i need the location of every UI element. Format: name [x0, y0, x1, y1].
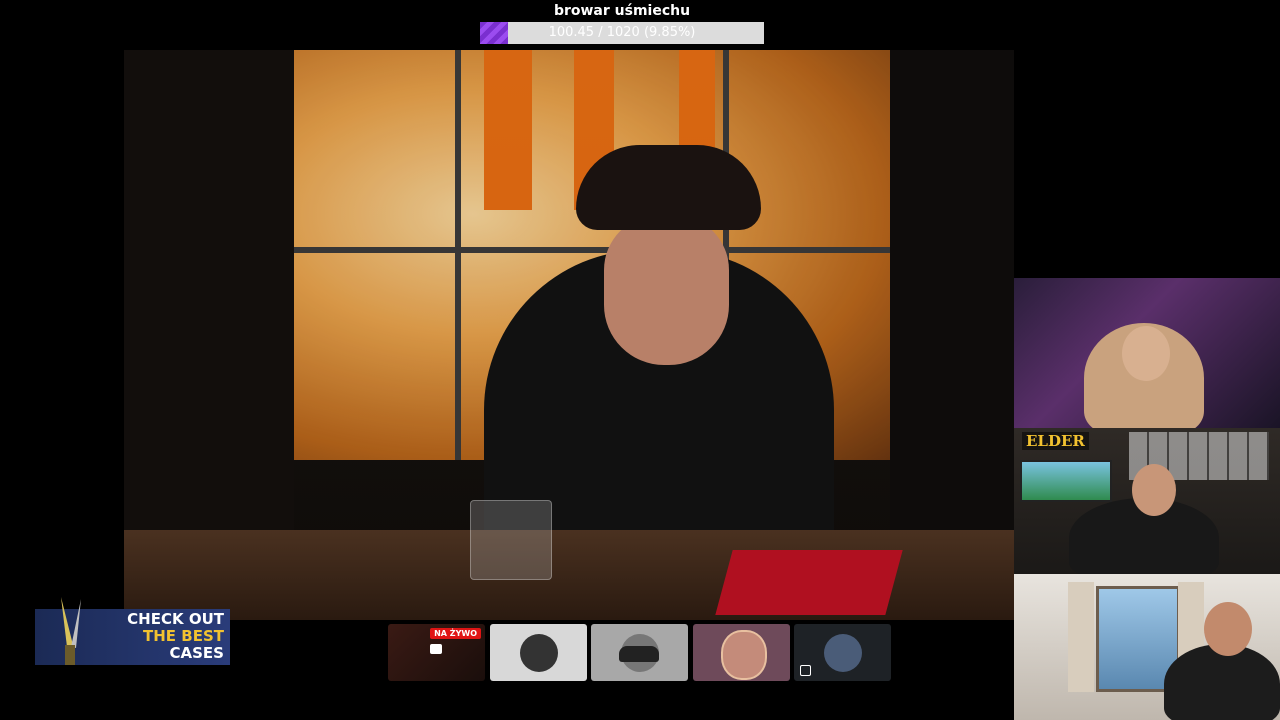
clip-icon	[800, 665, 811, 676]
elder-logo: ELDER	[1022, 432, 1089, 450]
streamer-1-head	[1122, 326, 1170, 381]
thumbnail-car[interactable]	[591, 624, 688, 681]
promo-text: CHECK OUT THE BEST CASES	[127, 611, 224, 662]
video-shadow-left	[124, 50, 294, 530]
face-icon	[721, 630, 767, 680]
red-cloth	[715, 550, 903, 615]
window-stripe	[484, 50, 532, 210]
main-video[interactable]	[124, 50, 1014, 620]
video-shadow-right	[890, 50, 1014, 530]
webcam-1[interactable]	[1014, 278, 1280, 428]
streamer-3-head	[1204, 602, 1252, 656]
avatar	[519, 633, 558, 672]
avatar	[823, 633, 862, 672]
thumbnail-face[interactable]	[693, 624, 790, 681]
promo-line-3: CASES	[169, 644, 224, 662]
goal-title: browar uśmiechu	[553, 3, 691, 19]
drinking-glass	[470, 500, 552, 580]
thumbnail-avatar-1[interactable]	[490, 624, 587, 681]
stream-thumbnails: NA ŻYWO	[388, 624, 894, 681]
promo-line-2: THE BEST	[143, 627, 224, 645]
curtain-left	[1068, 582, 1094, 692]
person-hair	[576, 145, 761, 230]
promo-line-1: CHECK OUT	[127, 610, 224, 628]
thumbnail-live-stream[interactable]: NA ŻYWO	[388, 624, 485, 681]
thumbnail-avatar-2[interactable]	[794, 624, 891, 681]
goal-progress-bar: 100.45 / 1020 (9.85%)	[480, 22, 764, 44]
car-icon	[619, 646, 659, 662]
streamer-2-head	[1132, 464, 1176, 516]
goal-progress-text: 100.45 / 1020 (9.85%)	[548, 25, 696, 40]
webcam-2[interactable]: ELDER	[1014, 428, 1280, 574]
screen-icon	[430, 644, 442, 654]
knife-icon	[61, 597, 81, 665]
webcam-3[interactable]	[1014, 574, 1280, 720]
aquarium	[1020, 460, 1112, 502]
person-face	[604, 215, 729, 365]
promo-banner[interactable]: CHECK OUT THE BEST CASES	[35, 597, 230, 665]
live-badge: NA ŻYWO	[430, 628, 481, 639]
